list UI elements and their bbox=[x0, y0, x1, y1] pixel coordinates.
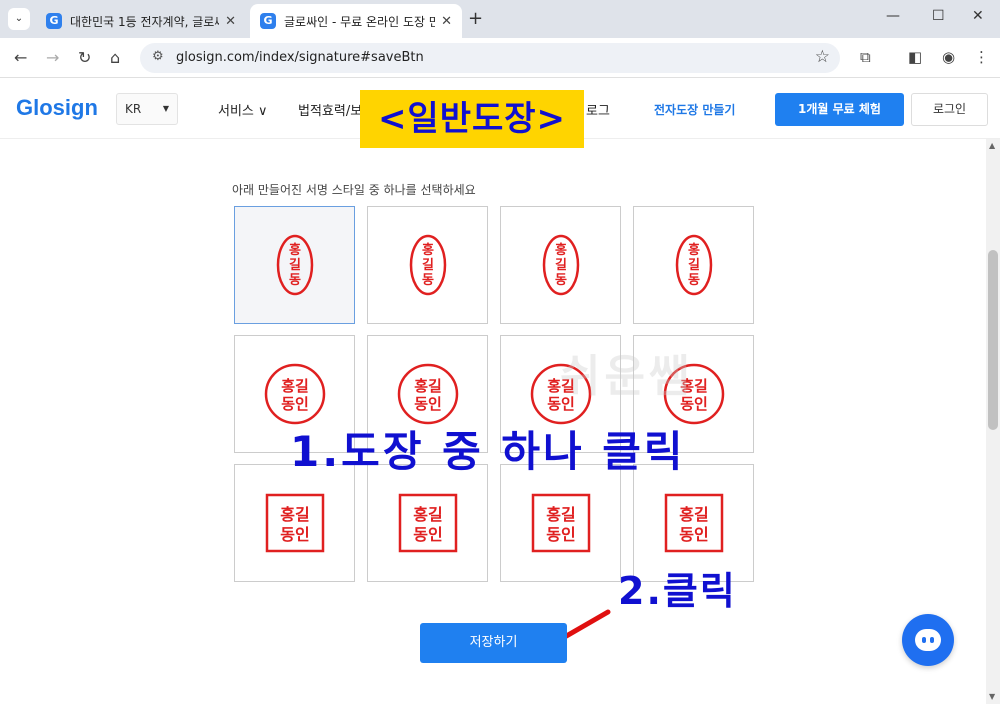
stamp-text: 길 bbox=[289, 258, 301, 273]
scrollbar-thumb[interactable] bbox=[988, 250, 998, 430]
glosign-logo[interactable]: Glosign bbox=[16, 95, 98, 121]
close-icon[interactable]: ✕ bbox=[225, 14, 236, 29]
tab-title: 대한민국 1등 전자계약, 글로싸 bbox=[70, 14, 220, 29]
annotation-step1: 1.도장 중 하나 클릭 bbox=[290, 427, 686, 476]
stamp-text: 동인 bbox=[281, 395, 309, 413]
save-button[interactable]: 저장하기 bbox=[420, 623, 567, 663]
stamp-text: 홍길 bbox=[413, 505, 442, 524]
stamp-text: 길 bbox=[422, 258, 434, 273]
chat-button[interactable] bbox=[902, 614, 954, 666]
watermark-text: 쉬운쌤 bbox=[560, 351, 694, 402]
stamp-option[interactable]: 홍길 동인 bbox=[234, 464, 355, 582]
stamp-option[interactable]: 홍길동 bbox=[500, 206, 621, 324]
stamp-text: 홍길 bbox=[414, 377, 442, 395]
stamp-option[interactable]: 홍길 동인 bbox=[500, 464, 621, 582]
stamp-square-icon: 홍길동인 bbox=[265, 493, 324, 553]
reload-icon[interactable]: ↻ bbox=[78, 48, 91, 67]
language-select[interactable]: KR ▼ bbox=[116, 93, 178, 125]
tab-strip: ⌄ G 대한민국 1등 전자계약, 글로싸 ✕ G 글로싸인 - 무료 온라인 … bbox=[0, 0, 1000, 38]
stamp-circle-icon: 홍길동인 bbox=[264, 363, 325, 425]
stamp-text: 홍 bbox=[289, 242, 301, 258]
stamp-text: 동 bbox=[289, 273, 301, 288]
stamp-text: 길 bbox=[555, 258, 567, 273]
side-panel-icon[interactable]: ◧ bbox=[908, 48, 922, 66]
stamp-text: 홍길 bbox=[546, 505, 575, 524]
maximize-icon[interactable]: ☐ bbox=[932, 8, 945, 24]
browser-window: ⌄ G 대한민국 1등 전자계약, 글로싸 ✕ G 글로싸인 - 무료 온라인 … bbox=[0, 0, 1000, 704]
chevron-down-icon: ▼ bbox=[162, 104, 169, 113]
stamp-text: 홍길 bbox=[280, 505, 309, 524]
stamp-option[interactable]: 홍길동 bbox=[633, 206, 754, 324]
address-toolbar: ← → ↻ ⌂ ⚙ glosign.com/index/signature#sa… bbox=[0, 38, 1000, 78]
window-close-icon[interactable]: ✕ bbox=[972, 8, 984, 24]
stamp-text: 홍 bbox=[422, 242, 434, 258]
stamp-option[interactable]: 홍길동 bbox=[234, 206, 355, 324]
nav-blog[interactable]: 로그 bbox=[586, 100, 610, 119]
stamp-oval-vertical-icon: 홍길동 bbox=[276, 234, 313, 296]
stamp-text: 길 bbox=[688, 258, 700, 273]
tab-inactive[interactable]: G 대한민국 1등 전자계약, 글로싸 ✕ bbox=[36, 4, 246, 38]
tab-title: 글로싸인 - 무료 온라인 도장 만 bbox=[284, 14, 436, 29]
glosign-favicon-icon: G bbox=[46, 13, 62, 29]
stamp-oval-vertical-icon: 홍길동 bbox=[675, 234, 712, 296]
stamp-text: 홍 bbox=[688, 242, 700, 258]
stamp-oval-vertical-icon: 홍길동 bbox=[542, 234, 579, 296]
bookmark-star-icon[interactable]: ☆ bbox=[815, 47, 830, 67]
url-text: glosign.com/index/signature#saveBtn bbox=[176, 50, 424, 65]
stamp-text: 동 bbox=[688, 273, 700, 288]
stamp-option[interactable]: 홍길 동인 bbox=[367, 464, 488, 582]
stamp-text: 홍길 bbox=[679, 505, 708, 524]
stamp-square-icon: 홍길동인 bbox=[664, 493, 723, 553]
scroll-up-icon[interactable]: ▲ bbox=[989, 141, 995, 150]
stamp-text: 홍 bbox=[555, 242, 567, 258]
stamp-square-icon: 홍길동인 bbox=[531, 493, 590, 553]
menu-icon[interactable]: ⋮ bbox=[974, 48, 989, 66]
stamp-square-icon: 홍길동인 bbox=[398, 493, 457, 553]
annotation-step2: 2.클릭 bbox=[618, 569, 737, 613]
nav-services[interactable]: 서비스 ∨ bbox=[218, 100, 268, 119]
site-info-icon[interactable]: ⚙ bbox=[152, 49, 164, 64]
language-value: KR bbox=[125, 102, 142, 116]
glosign-favicon-icon: G bbox=[260, 13, 276, 29]
close-icon[interactable]: ✕ bbox=[441, 14, 452, 29]
home-icon[interactable]: ⌂ bbox=[110, 48, 120, 67]
profile-avatar-icon[interactable]: ◉ bbox=[942, 48, 955, 66]
make-stamp-link[interactable]: 전자도장 만들기 bbox=[654, 101, 735, 118]
address-bar[interactable]: ⚙ glosign.com/index/signature#saveBtn ☆ bbox=[140, 43, 840, 73]
stamp-text: 동인 bbox=[546, 525, 575, 544]
tab-search-button[interactable]: ⌄ bbox=[8, 8, 30, 30]
free-trial-button[interactable]: 1개월 무료 체험 bbox=[775, 93, 904, 126]
login-button[interactable]: 로그인 bbox=[911, 93, 988, 126]
stamp-text: 동인 bbox=[414, 395, 442, 413]
stamp-type-banner: <일반도장> bbox=[360, 90, 584, 148]
scroll-down-icon[interactable]: ▼ bbox=[989, 692, 995, 701]
minimize-icon[interactable]: — bbox=[886, 8, 900, 24]
stamp-oval-vertical-icon: 홍길동 bbox=[409, 234, 446, 296]
back-icon[interactable]: ← bbox=[14, 48, 27, 67]
stamp-text: 홍길 bbox=[281, 377, 309, 395]
stamp-text: 동인 bbox=[280, 525, 309, 544]
extensions-icon[interactable]: ⧉ bbox=[860, 48, 871, 66]
stamp-text: 동인 bbox=[679, 525, 708, 544]
stamp-circle-icon: 홍길동인 bbox=[397, 363, 458, 425]
chat-bubble-icon bbox=[915, 629, 941, 651]
stamp-text: 동 bbox=[422, 273, 434, 288]
forward-icon[interactable]: → bbox=[46, 48, 59, 67]
instructions-text: 아래 만들어진 서명 스타일 중 하나를 선택하세요 bbox=[232, 183, 476, 197]
stamp-text: 동인 bbox=[413, 525, 442, 544]
stamp-option[interactable]: 홍길동 bbox=[367, 206, 488, 324]
tab-active[interactable]: G 글로싸인 - 무료 온라인 도장 만 ✕ bbox=[250, 4, 462, 38]
stamp-text: 동 bbox=[555, 273, 567, 288]
new-tab-icon[interactable]: + bbox=[468, 8, 483, 29]
nav-legal[interactable]: 법적효력/보 bbox=[298, 100, 362, 119]
